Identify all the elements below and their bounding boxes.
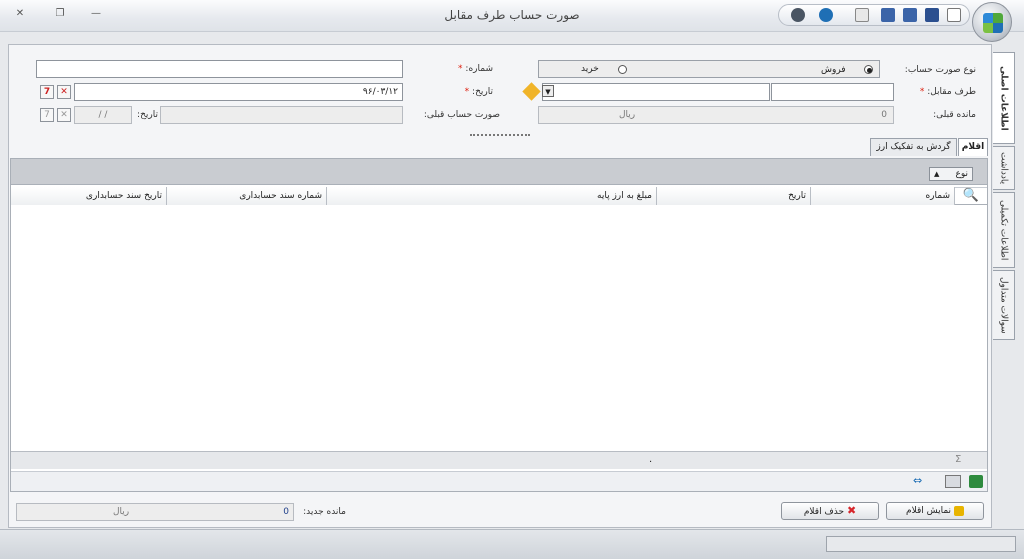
quick-access-toolbar [778,4,970,26]
app-logo[interactable] [972,2,1012,42]
close-icon[interactable]: ✕ [10,6,30,22]
save-close-icon[interactable] [903,8,917,22]
search-icon[interactable]: 🔍 [961,189,981,205]
save-icon[interactable] [925,8,939,22]
tools-icon[interactable] [791,8,805,22]
date-label: تاریخ: * [464,87,493,97]
date-input[interactable]: ۹۶/۰۳/۱۲ [74,83,403,101]
status-bar [0,529,1024,559]
new-icon[interactable] [947,8,961,22]
col-number[interactable]: شماره [811,187,955,205]
chevron-down-icon[interactable]: ▼ [542,85,554,97]
radio-buy-label: خرید [581,64,599,74]
prev-balance-value: 0 [881,110,887,120]
new-balance-value: 0 [283,507,289,517]
col-date[interactable]: تاریخ [657,187,811,205]
logo-icon [983,13,1003,33]
prev-balance-label: مانده قبلی: [933,110,976,120]
invoice-type-group: فروش خرید [538,60,880,78]
side-tab-faq[interactable]: سوالات متداول [993,270,1015,340]
col-base-amount[interactable]: مبلغ به ارز پایه [327,187,657,205]
restore-icon[interactable]: ❐ [50,6,70,22]
side-tab-main-info[interactable]: اطلاعات اصلی [993,52,1015,144]
print-grid-icon[interactable] [945,475,961,488]
prev-balance-currency: ریال [619,110,636,120]
col-voucher-number[interactable]: شماره سند حسابداری [167,187,327,205]
prev-calendar-icon: 7 [40,108,54,122]
prev-invoice-field [160,106,403,124]
clear-date-icon[interactable]: ✕ [57,85,71,99]
hand-icon [953,505,964,516]
fit-columns-icon[interactable]: ⇔ [913,474,922,487]
minimize-icon[interactable]: — [86,6,106,22]
counterparty-code-input[interactable] [542,83,770,101]
calendar-icon[interactable]: 7 [40,85,54,99]
number-input[interactable] [36,60,403,78]
new-balance-label: مانده جدید: [303,507,346,517]
group-panel: نوع ▲ [11,159,987,185]
group-chip-type[interactable]: نوع ▲ [929,167,973,181]
side-tab-notes[interactable]: یادداشت [993,146,1015,190]
sum-icon: Σ [955,454,962,465]
help-icon[interactable] [819,8,833,22]
items-grid: نوع ▲ 🔍 شماره تاریخ مبلغ به ارز پایه شما… [10,158,988,492]
counterparty-label: طرف مقابل: * [919,87,976,97]
status-field [826,536,1016,552]
save-all-icon[interactable] [881,8,895,22]
sort-up-icon: ▲ [934,170,940,178]
col-voucher-date[interactable]: تاریخ سند حسابداری [11,187,167,205]
grid-footer: Σ . [11,451,987,469]
radio-buy[interactable] [618,65,627,74]
new-balance-field: 0 ریال [16,503,294,521]
tab-currency-flow[interactable]: گردش به تفکیک ارز [870,138,957,156]
side-tab-extra-info[interactable]: اطلاعات تکمیلی [993,192,1015,268]
excel-icon[interactable] [969,475,983,488]
splitter-handle[interactable] [470,134,530,138]
delete-icon: ✖ [846,504,857,517]
invoice-type-label: نوع صورت حساب: [904,65,976,75]
new-balance-currency: ریال [113,507,130,517]
grid-toolbar: ⇔ [11,471,987,491]
prev-invoice-label: صورت حساب قبلی: [423,110,500,120]
tab-items[interactable]: اقلام [958,138,988,156]
prev-balance-field: 0 ریال [538,106,894,124]
radio-sell-label: فروش [821,65,846,75]
radio-sell[interactable] [864,65,873,74]
counterparty-name-input[interactable] [771,83,894,101]
footer-total: . [649,454,653,465]
show-items-button[interactable]: نمایش اقلام [886,502,984,520]
print-icon[interactable] [855,8,869,22]
number-label: شماره: * [458,64,493,74]
prev-clear-icon: ✕ [57,108,71,122]
prev-date-field: / / [74,106,132,124]
delete-items-button[interactable]: حذف اقلام ✖ [781,502,879,520]
